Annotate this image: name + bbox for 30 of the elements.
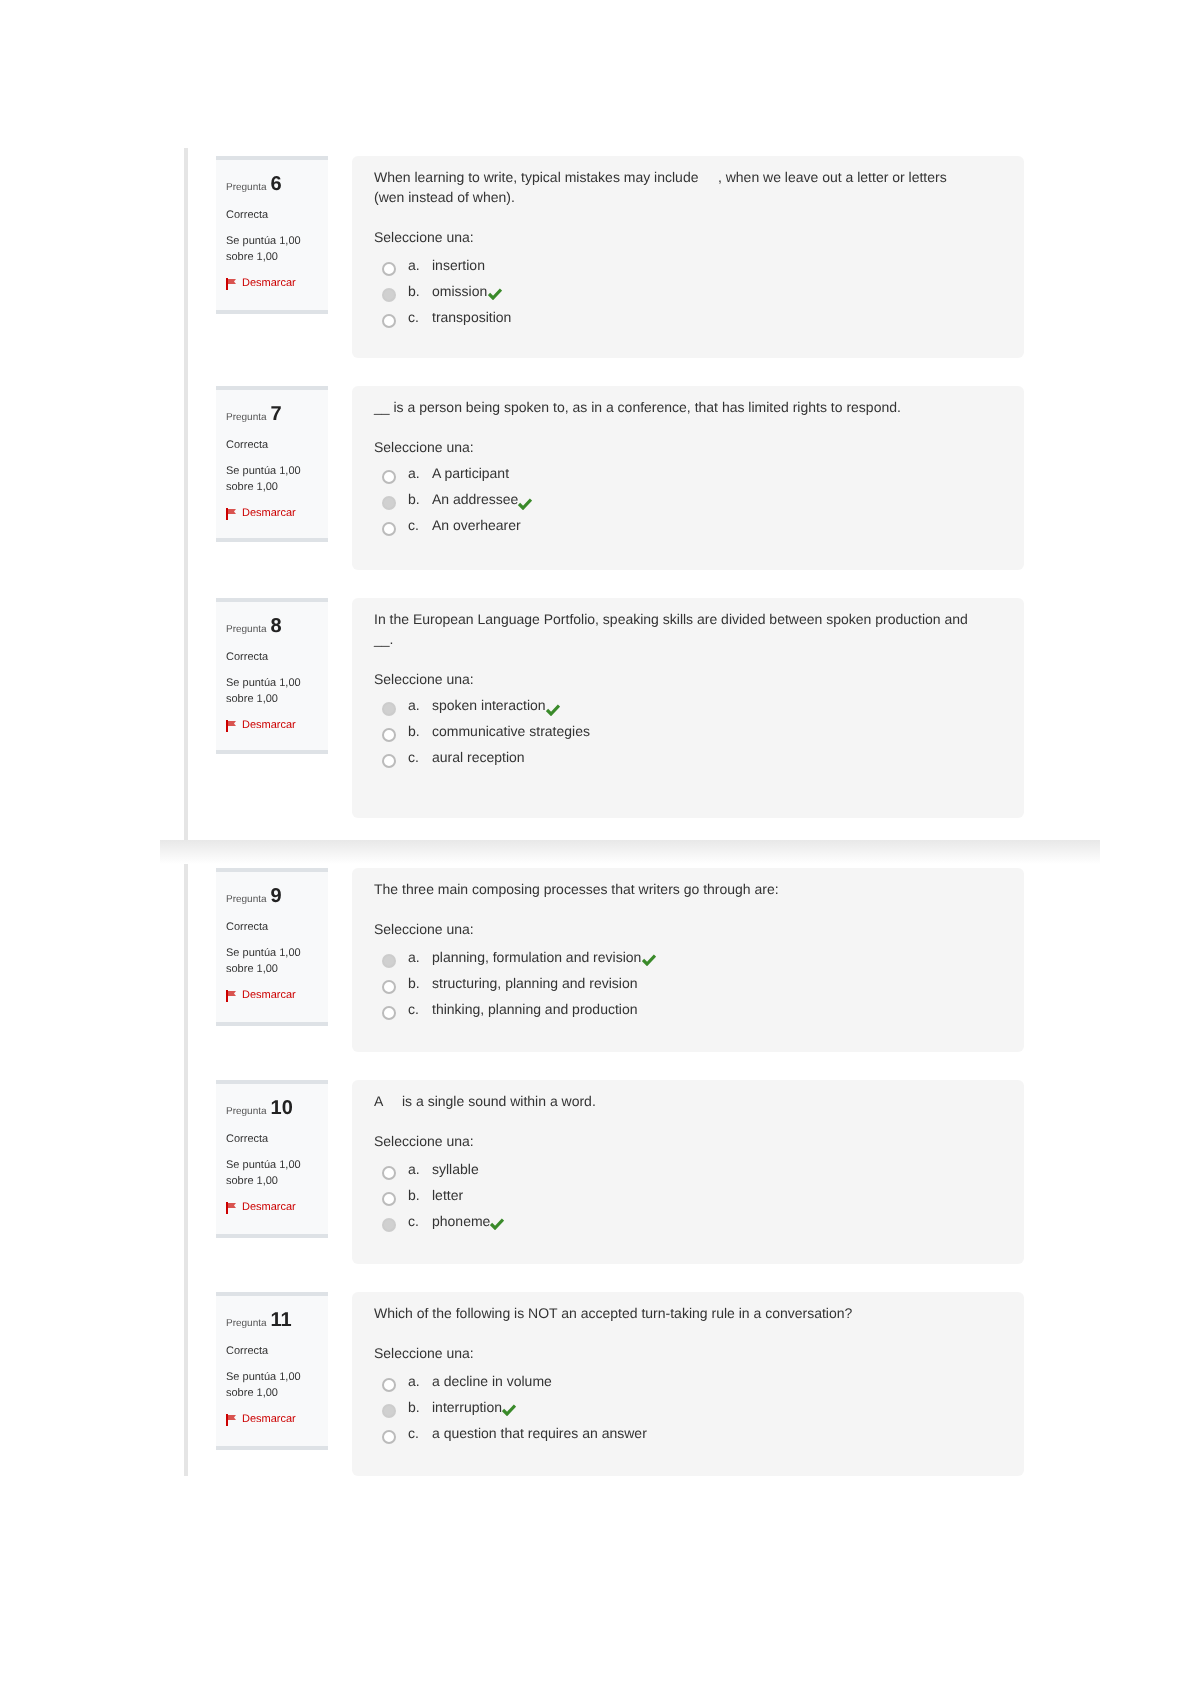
radio-button[interactable]	[382, 1429, 396, 1443]
radio-button[interactable]	[382, 522, 396, 536]
flag-icon	[226, 719, 236, 732]
question-number: 9	[270, 884, 282, 912]
radio-button[interactable]	[382, 979, 396, 993]
question-number: 11	[270, 1308, 292, 1336]
radio-button[interactable]	[382, 1377, 396, 1391]
radio-button[interactable]	[382, 1217, 396, 1231]
radio-button[interactable]	[382, 470, 396, 484]
question-number: 8	[270, 613, 282, 641]
radio-button[interactable]	[382, 313, 396, 327]
radio-button[interactable]	[382, 953, 396, 967]
flag-icon	[226, 990, 236, 1003]
radio-button[interactable]	[382, 702, 396, 716]
radio-button[interactable]	[382, 1005, 396, 1019]
radio-button[interactable]	[382, 1165, 396, 1179]
radio-button[interactable]	[382, 261, 396, 275]
flag-icon	[226, 1202, 236, 1215]
question-number: 6	[270, 172, 282, 200]
radio-button[interactable]	[382, 728, 396, 742]
radio-button[interactable]	[382, 287, 396, 301]
radio-button[interactable]	[382, 754, 396, 768]
flag-icon	[226, 278, 236, 291]
flag-icon	[226, 507, 236, 520]
radio-button[interactable]	[382, 1403, 396, 1417]
question-number: 10	[270, 1096, 293, 1124]
question-number: 7	[270, 401, 282, 429]
radio-button[interactable]	[382, 496, 396, 510]
radio-button[interactable]	[382, 1191, 396, 1205]
flag-icon	[226, 1414, 236, 1427]
